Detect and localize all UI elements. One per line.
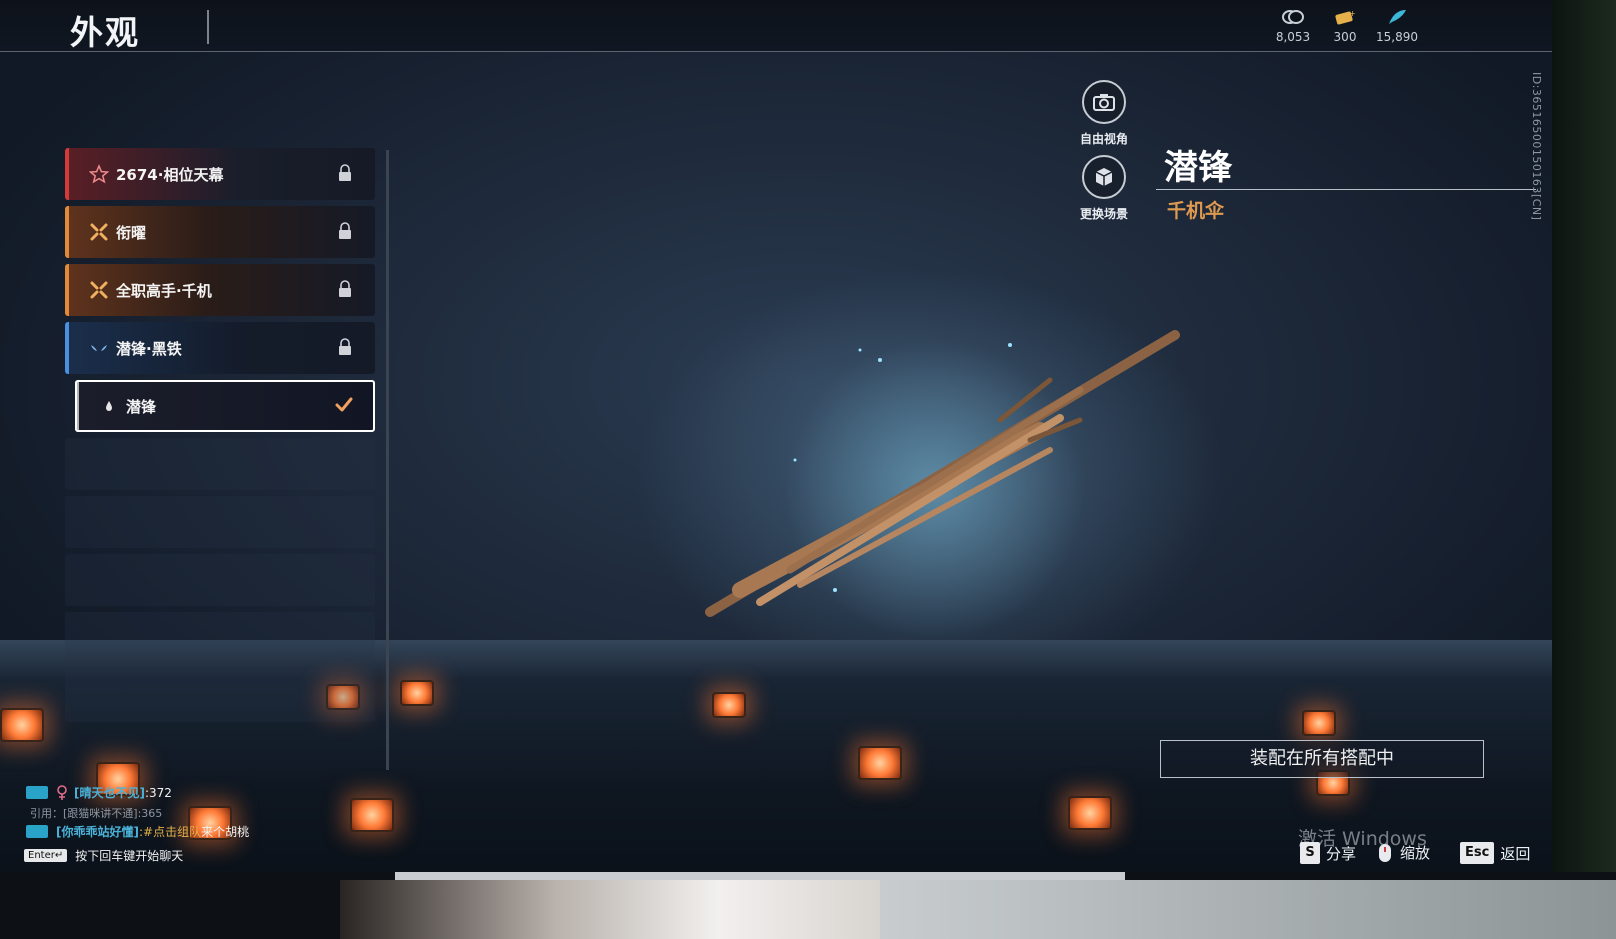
chat-message: [你乖乖站好懂] :#点击组队 来个胡桃 [26, 823, 249, 840]
page-title: 外观 [70, 13, 140, 52]
chat-text: 来个胡桃 [201, 825, 250, 839]
item-name: 潜锋 [1164, 148, 1232, 188]
list-scrollbar[interactable] [386, 150, 389, 770]
drop-icon [106, 401, 112, 411]
cube-icon [1082, 155, 1126, 199]
skin-item[interactable]: 2674·相位天幕 [65, 148, 375, 200]
lantern-decor [1068, 796, 1112, 830]
empty-slot [65, 438, 375, 490]
lock-icon [339, 338, 351, 355]
skin-item[interactable]: 全职高手·千机 [65, 264, 375, 316]
lock-icon [339, 164, 351, 181]
lantern-decor [400, 680, 434, 706]
desktop-taskbar [395, 872, 1125, 880]
back-label: 返回 [1500, 844, 1531, 863]
item-type: 千机伞 [1167, 200, 1225, 222]
skin-item[interactable]: 潜锋·黑铁 [65, 322, 375, 374]
female-icon [57, 784, 67, 800]
skin-name: 2674·相位天幕 [116, 166, 224, 184]
coin-stack-icon [1282, 10, 1304, 24]
skin-name: 全职高手·千机 [116, 282, 212, 300]
skin-item[interactable]: 衔曜 [65, 206, 375, 258]
zoom-hint: 缩放 [1378, 842, 1430, 863]
top-bar: 外观 8,053 + 300 15,890 [0, 0, 1600, 52]
empty-slot [65, 554, 375, 606]
lock-icon [339, 222, 351, 239]
empty-slot [65, 496, 375, 548]
share-key: S [1300, 842, 1320, 864]
currency-feathers: 15,890 [1362, 8, 1432, 44]
desktop-photo [340, 880, 880, 939]
empty-slot [65, 670, 375, 722]
chat-quote: 引用：[跟猫咪讲不通]:365 [30, 805, 162, 821]
change-scene-button[interactable]: 更换场景 [1064, 155, 1144, 222]
enter-key: Enter↵ [24, 849, 68, 862]
chat-channel-badge [26, 786, 48, 799]
back-hint[interactable]: Esc 返回 [1460, 842, 1530, 864]
lantern-decor [0, 708, 44, 742]
currency-value: 15,890 [1376, 30, 1418, 44]
change-scene-label: 更换场景 [1079, 207, 1128, 221]
title-divider [207, 10, 209, 44]
chat-input-hint[interactable]: Enter↵ 按下回车键开始聊天 [24, 847, 183, 864]
lantern-decor [858, 746, 902, 780]
mouse-scroll-icon [1379, 843, 1391, 862]
chat-message: [晴天也不见] :372 [26, 784, 172, 801]
feather-icon [1389, 10, 1406, 24]
chat-channel-badge [26, 825, 48, 838]
chat-sender[interactable]: [晴天也不见] [74, 784, 145, 801]
lantern-decor [350, 798, 394, 832]
skin-name: 潜锋·黑铁 [116, 340, 182, 358]
check-icon [335, 397, 353, 412]
back-key: Esc [1460, 842, 1495, 864]
umbrella-weapon-model[interactable] [700, 320, 1200, 640]
skin-list: 2674·相位天幕 衔曜 全职高手·千机 潜锋·黑铁 潜锋 [65, 148, 375, 728]
zoom-label: 缩放 [1400, 844, 1431, 862]
equip-all-button[interactable]: 装配在所有搭配中 [1160, 740, 1484, 778]
chat-input-hint-text: 按下回车键开始聊天 [75, 849, 184, 863]
free-view-button[interactable]: 自由视角 [1064, 80, 1144, 147]
item-name-divider [1156, 189, 1536, 190]
free-view-label: 自由视角 [1079, 132, 1128, 146]
skin-item-selected[interactable]: 潜锋 [75, 380, 375, 432]
chat-text: :372 [144, 785, 172, 800]
desktop-panel [880, 880, 1616, 939]
lock-icon [339, 280, 351, 297]
star-icon [89, 164, 109, 184]
lantern-decor [1302, 710, 1336, 736]
svg-text:+: + [1349, 9, 1356, 18]
burst-icon [90, 281, 108, 299]
share-label: 分享 [1326, 844, 1357, 863]
chat-team-link[interactable]: :#点击组队 [139, 823, 201, 840]
skin-name: 衔曜 [116, 224, 147, 242]
player-id: ID:365165001501​63[CN] [1530, 72, 1543, 221]
ticket-icon: + [1335, 9, 1356, 25]
share-hint[interactable]: S 分享 [1300, 842, 1356, 864]
chat-sender[interactable]: [你乖乖站好懂] [56, 823, 139, 840]
camera-icon [1082, 80, 1126, 124]
empty-slot [65, 612, 375, 664]
lantern-decor [712, 692, 746, 718]
chat-quote-text: 引用：[跟猫咪讲不通]:365 [30, 807, 163, 820]
desktop-background-right [1552, 0, 1616, 939]
wings-icon [91, 345, 107, 351]
skin-name: 潜锋 [126, 398, 157, 416]
burst-icon [90, 223, 108, 241]
